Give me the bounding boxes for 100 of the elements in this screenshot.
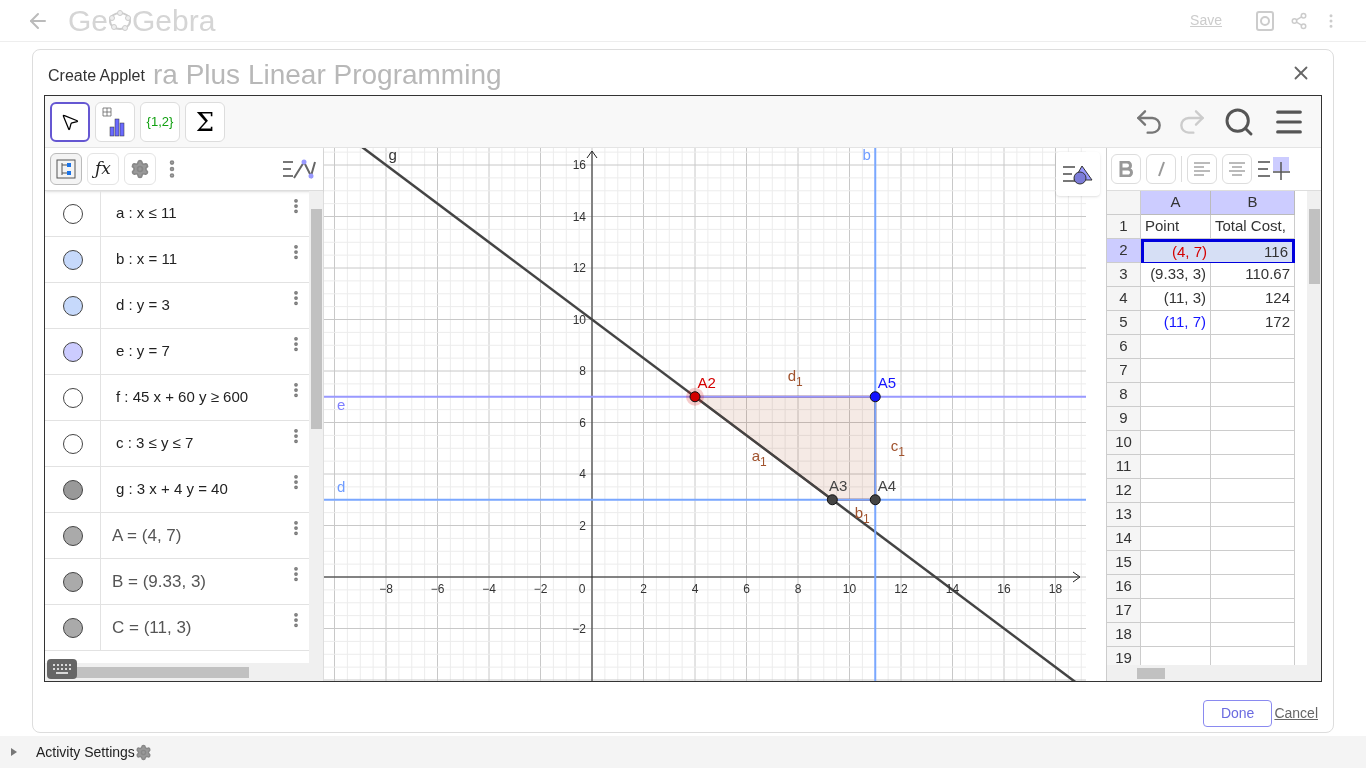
table-cell[interactable]: [1211, 455, 1295, 479]
visibility-toggle[interactable]: [62, 479, 83, 500]
table-cell[interactable]: 110.67: [1211, 263, 1295, 287]
visibility-toggle[interactable]: [62, 617, 83, 638]
table-cell[interactable]: [1211, 335, 1295, 359]
visibility-toggle[interactable]: [62, 433, 83, 454]
align-center-button[interactable]: [1222, 154, 1252, 184]
row-header[interactable]: 16: [1107, 575, 1141, 599]
settings-icon[interactable]: [134, 743, 152, 761]
graph-style-icon[interactable]: [282, 158, 316, 180]
table-cell[interactable]: (11, 7): [1141, 311, 1211, 335]
horizontal-scrollbar[interactable]: [45, 663, 323, 681]
visibility-toggle[interactable]: [62, 249, 83, 270]
table-cell[interactable]: [1211, 575, 1295, 599]
table-cell[interactable]: [1211, 479, 1295, 503]
table-cell[interactable]: 116: [1211, 239, 1295, 263]
row-header[interactable]: 15: [1107, 551, 1141, 575]
row-header[interactable]: 14: [1107, 527, 1141, 551]
row-header[interactable]: 13: [1107, 503, 1141, 527]
tool-button[interactable]: Σ: [185, 101, 225, 142]
table-cell[interactable]: [1141, 551, 1211, 575]
point[interactable]: [869, 391, 881, 403]
share-icon[interactable]: [1290, 11, 1308, 30]
column-header[interactable]: B: [1211, 191, 1295, 215]
visibility-toggle[interactable]: [62, 295, 83, 316]
algebra-item[interactable]: C = (11, 3): [45, 605, 309, 651]
point[interactable]: [826, 494, 838, 506]
table-cell[interactable]: [1141, 431, 1211, 455]
bold-button[interactable]: [1111, 154, 1141, 184]
style-bar-toggle[interactable]: [1056, 152, 1100, 196]
algebra-item[interactable]: A = (4, 7): [45, 513, 309, 559]
table-cell[interactable]: [1211, 527, 1295, 551]
row-header[interactable]: 6: [1107, 335, 1141, 359]
keyboard-icon[interactable]: [47, 659, 77, 679]
horizontal-scrollbar[interactable]: [1107, 665, 1321, 681]
cancel-link[interactable]: Cancel: [1274, 702, 1318, 724]
row-header[interactable]: 5: [1107, 311, 1141, 335]
visibility-toggle[interactable]: [62, 525, 83, 546]
algebra-item[interactable]: d : y = 3: [45, 283, 309, 329]
row-header[interactable]: 7: [1107, 359, 1141, 383]
table-cell[interactable]: [1141, 455, 1211, 479]
algebra-item[interactable]: f : 45 x + 60 y ≥ 600: [45, 375, 309, 421]
table-cell[interactable]: 124: [1211, 287, 1295, 311]
expand-toggle[interactable]: [10, 747, 18, 757]
table-cell[interactable]: [1141, 407, 1211, 431]
row-header[interactable]: 12: [1107, 479, 1141, 503]
done-button[interactable]: Done: [1202, 699, 1273, 727]
column-header[interactable]: A: [1141, 191, 1211, 215]
row-header[interactable]: 2: [1107, 239, 1141, 263]
visibility-toggle[interactable]: [62, 203, 83, 224]
visibility-toggle[interactable]: [62, 387, 83, 408]
activity-settings-label[interactable]: Activity Settings: [36, 741, 135, 763]
table-options-icon[interactable]: [1257, 156, 1291, 182]
table-cell[interactable]: [1211, 407, 1295, 431]
table-cell[interactable]: [1141, 623, 1211, 647]
vertical-scrollbar[interactable]: [309, 191, 323, 663]
visibility-toggle[interactable]: [62, 341, 83, 362]
table-cell[interactable]: [1211, 623, 1295, 647]
point[interactable]: [869, 494, 881, 506]
point[interactable]: [689, 391, 701, 403]
row-header[interactable]: 19: [1107, 647, 1141, 665]
table-cell[interactable]: [1141, 599, 1211, 623]
algebra-item[interactable]: e : y = 7: [45, 329, 309, 375]
row-header[interactable]: 18: [1107, 623, 1141, 647]
table-cell[interactable]: [1211, 503, 1295, 527]
table-cell[interactable]: [1211, 599, 1295, 623]
row-header[interactable]: 10: [1107, 431, 1141, 455]
table-cell[interactable]: [1141, 479, 1211, 503]
camera-icon[interactable]: [1256, 10, 1274, 31]
row-header[interactable]: 9: [1107, 407, 1141, 431]
table-cell[interactable]: [1211, 383, 1295, 407]
visibility-toggle[interactable]: [62, 571, 83, 592]
table-cell[interactable]: [1141, 503, 1211, 527]
align-left-button[interactable]: [1187, 154, 1217, 184]
tool-button[interactable]: {1,2}: [140, 101, 180, 142]
algebra-tab[interactable]: ƒx: [87, 153, 119, 185]
table-cell[interactable]: [1141, 335, 1211, 359]
algebra-item[interactable]: B = (9.33, 3): [45, 559, 309, 605]
table-cell[interactable]: [1141, 527, 1211, 551]
corner-cell[interactable]: [1107, 191, 1141, 215]
row-header[interactable]: 8: [1107, 383, 1141, 407]
row-header[interactable]: 17: [1107, 599, 1141, 623]
table-cell[interactable]: 172: [1211, 311, 1295, 335]
row-header[interactable]: 3: [1107, 263, 1141, 287]
row-header[interactable]: 11: [1107, 455, 1141, 479]
italic-button[interactable]: [1146, 154, 1176, 184]
row-header[interactable]: 1: [1107, 215, 1141, 239]
table-cell[interactable]: [1211, 359, 1295, 383]
table-cell[interactable]: (11, 3): [1141, 287, 1211, 311]
algebra-tab[interactable]: [50, 153, 82, 185]
algebra-item[interactable]: g : 3 x + 4 y = 40: [45, 467, 309, 513]
vertical-scrollbar[interactable]: [1307, 191, 1321, 665]
tool-button[interactable]: [50, 101, 90, 142]
algebra-item[interactable]: a : x ≤ 11: [45, 191, 309, 237]
table-cell[interactable]: [1141, 359, 1211, 383]
table-cell[interactable]: (9.33, 3): [1141, 263, 1211, 287]
table-cell[interactable]: [1211, 551, 1295, 575]
algebra-item[interactable]: c : 3 ≤ y ≤ 7: [45, 421, 309, 467]
algebra-item[interactable]: b : x = 11: [45, 237, 309, 283]
row-header[interactable]: 4: [1107, 287, 1141, 311]
